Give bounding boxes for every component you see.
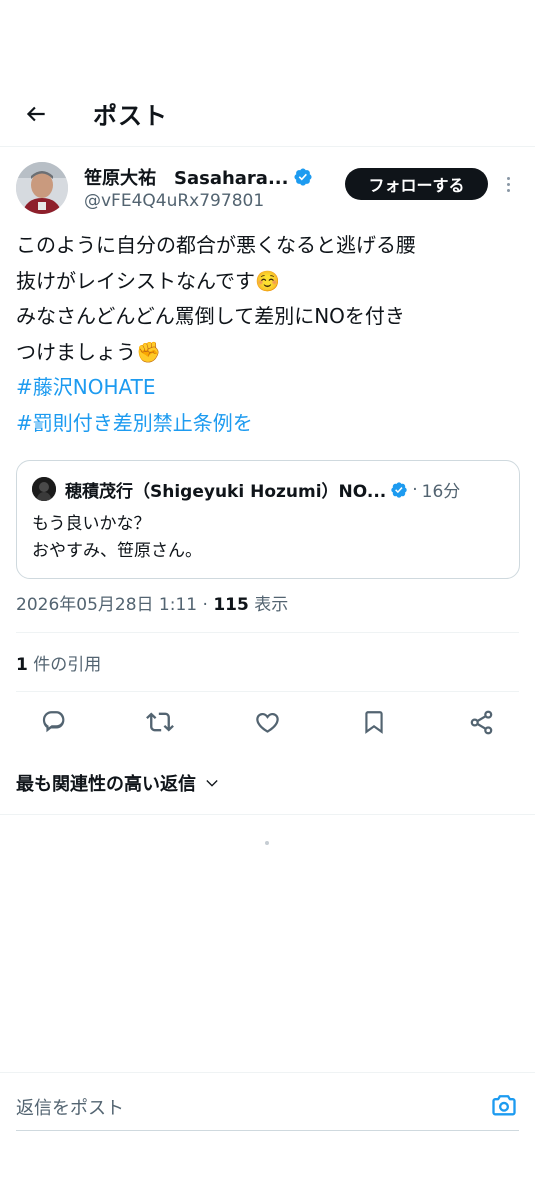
meta-separator: · bbox=[202, 595, 208, 615]
post-text: このように自分の都合が悪くなると逃げる腰 抜けがレイシストなんです☺️ みなさん… bbox=[16, 228, 521, 441]
divider bbox=[16, 632, 519, 633]
action-bar bbox=[0, 704, 535, 740]
quoted-text: もう良いかな？ おやすみ、笹原さん。 bbox=[32, 511, 202, 565]
hashtag-link[interactable]: #藤沢NOHATE bbox=[16, 370, 521, 406]
handle[interactable]: @vFE4Q4uRx797801 bbox=[84, 191, 264, 211]
verified-badge-icon bbox=[391, 481, 407, 498]
sort-label: 最も関連性の高い返信 bbox=[16, 774, 196, 795]
repost-icon bbox=[146, 712, 174, 732]
more-dots-icon[interactable] bbox=[500, 172, 516, 196]
divider bbox=[0, 1072, 535, 1073]
verified-badge-icon bbox=[294, 168, 313, 186]
avatar[interactable] bbox=[16, 162, 68, 214]
post-line: みなさんどんどん罵倒して差別にNOを付き bbox=[16, 304, 405, 328]
reply-button[interactable] bbox=[38, 704, 70, 740]
name-line[interactable]: 笹原大祐 Sasahara... bbox=[84, 164, 313, 190]
share-icon bbox=[470, 710, 492, 734]
repost-button[interactable] bbox=[144, 704, 176, 740]
hashtag-link[interactable]: #罰則付き差別禁止条例を bbox=[16, 406, 521, 442]
reply-icon bbox=[42, 711, 65, 733]
post-line: つけましょう✊ bbox=[16, 339, 161, 364]
like-button[interactable] bbox=[251, 704, 283, 740]
like-icon bbox=[255, 712, 279, 733]
post-line: 抜けがレイシストなんです☺️ bbox=[16, 268, 280, 293]
post-author: 笹原大祐 Sasahara... @vFE4Q4uRx797801 フォローする bbox=[16, 162, 521, 218]
camera-icon bbox=[492, 1095, 516, 1116]
back-arrow-icon bbox=[26, 106, 45, 122]
bookmark-icon bbox=[365, 711, 383, 734]
quoted-avatar bbox=[32, 477, 56, 501]
view-count: 115 bbox=[213, 595, 249, 615]
reply-sort-dropdown[interactable]: 最も関連性の高い返信 bbox=[16, 770, 220, 796]
reply-input-underline bbox=[16, 1130, 519, 1131]
quoted-display-name: 穂積茂行（Shigeyuki Hozumi）NO... bbox=[65, 482, 387, 502]
quoted-line: もう良いかな？ bbox=[32, 514, 151, 534]
avatar-image bbox=[16, 162, 68, 214]
loading-indicator bbox=[265, 841, 269, 845]
quoted-separator: · bbox=[412, 479, 418, 500]
quoted-post[interactable]: 穂積茂行（Shigeyuki Hozumi）NO... · 16分 もう良いかな… bbox=[16, 460, 520, 579]
reply-composer: 返信をポスト bbox=[0, 1072, 535, 1200]
quotes-label: 件の引用 bbox=[33, 655, 102, 675]
quotes-count: 1 bbox=[16, 655, 28, 675]
divider bbox=[0, 814, 535, 815]
camera-button[interactable] bbox=[489, 1090, 519, 1120]
quoted-line: おやすみ、笹原さん。 bbox=[32, 541, 202, 561]
quotes-count-link[interactable]: 1 件の引用 bbox=[16, 650, 101, 675]
post-line: このように自分の都合が悪くなると逃げる腰 bbox=[16, 233, 416, 257]
header-divider bbox=[0, 146, 535, 147]
quoted-header: 穂積茂行（Shigeyuki Hozumi）NO... · 16分 bbox=[65, 477, 461, 503]
post-timestamp[interactable]: 2026年05月28日 1:11 bbox=[16, 595, 197, 615]
bookmark-button[interactable] bbox=[358, 704, 390, 740]
reply-input[interactable]: 返信をポスト bbox=[16, 1094, 124, 1120]
display-name[interactable]: 笹原大祐 Sasahara... bbox=[84, 164, 288, 190]
page-title: ポスト bbox=[93, 102, 168, 130]
top-bar: ポスト bbox=[0, 80, 535, 146]
views-label: 表示 bbox=[254, 595, 289, 615]
back-button[interactable] bbox=[20, 98, 52, 130]
divider bbox=[16, 691, 519, 692]
post-meta: 2026年05月28日 1:11 · 115 表示 bbox=[16, 590, 288, 615]
share-button[interactable] bbox=[465, 704, 497, 740]
chevron-down-icon bbox=[206, 780, 218, 787]
quoted-time: 16分 bbox=[421, 482, 461, 502]
follow-button[interactable]: フォローする bbox=[345, 168, 488, 200]
